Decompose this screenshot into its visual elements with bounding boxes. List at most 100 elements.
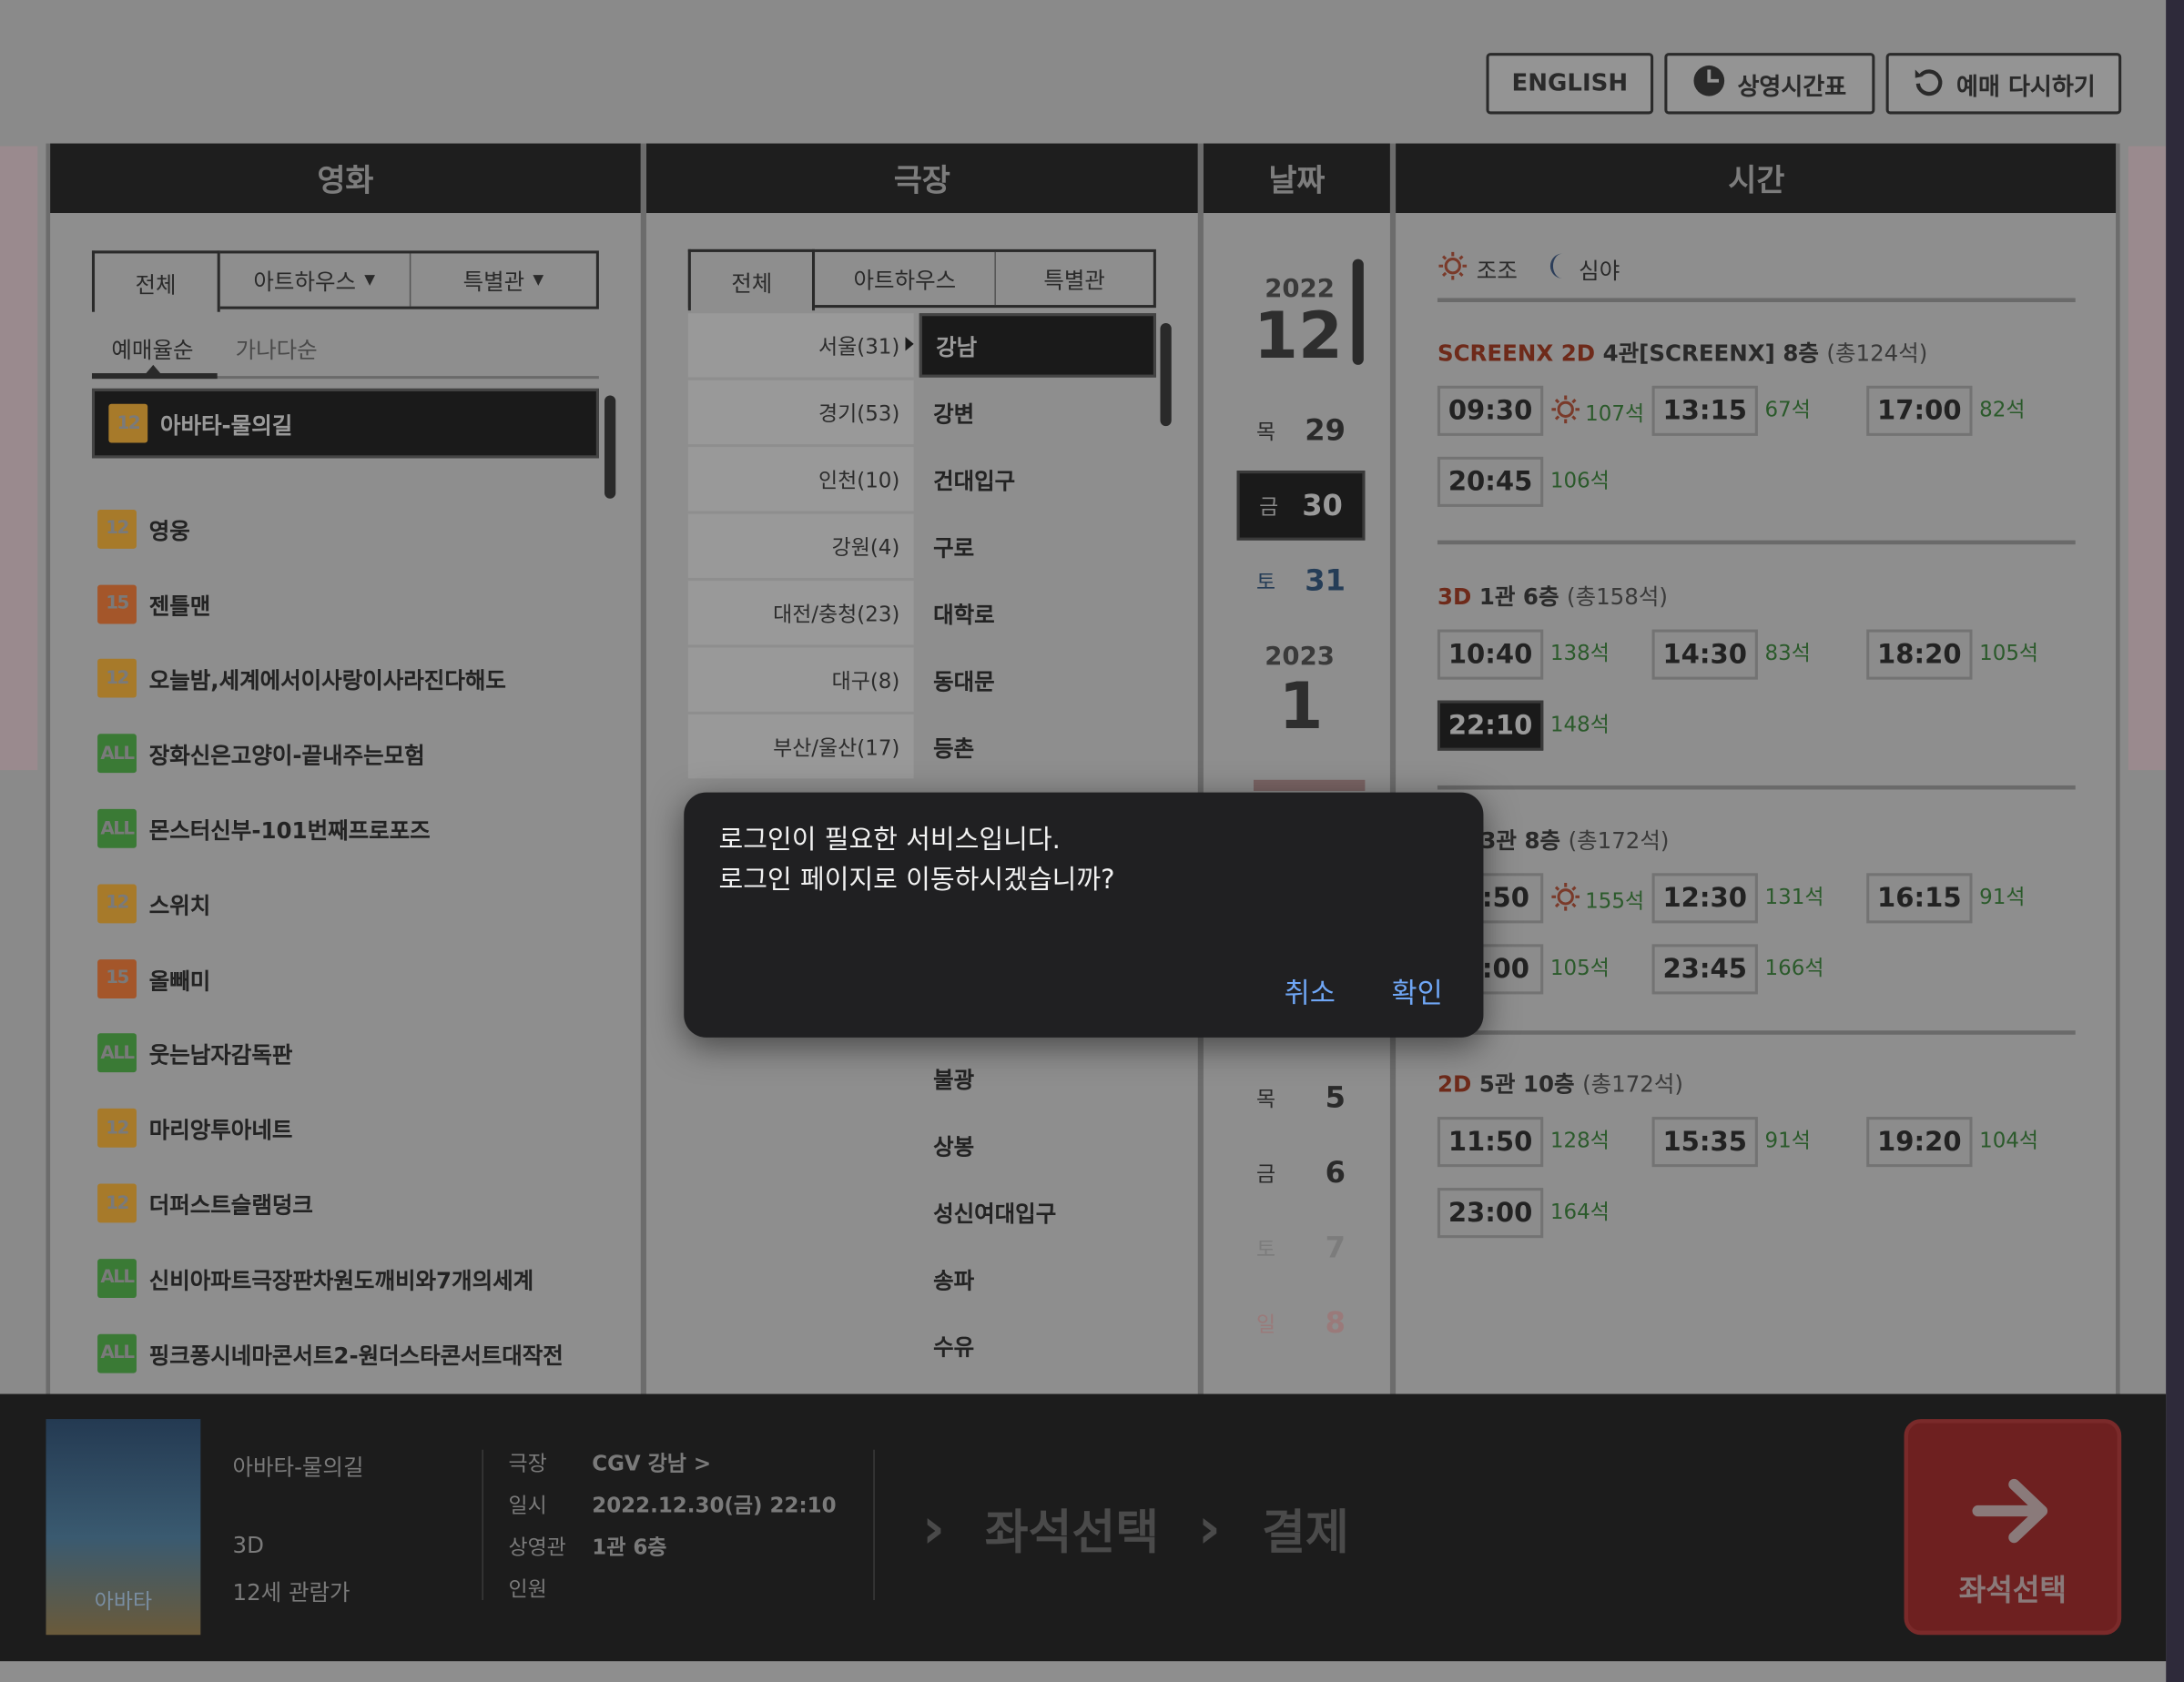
region-item[interactable]: 대구(8) xyxy=(687,647,914,712)
movie-list-scrollbar[interactable] xyxy=(604,395,616,499)
value-theater[interactable]: CGV 강남 > xyxy=(592,1448,711,1477)
dialog-ok-button[interactable]: 확인 xyxy=(1391,970,1442,1010)
seats-remaining: 91석 xyxy=(1765,1125,1811,1154)
showtime-button[interactable]: 13:15 xyxy=(1651,385,1758,436)
movie-item[interactable]: ALL 신비아파트극장판차원도깨비와7개의세계 xyxy=(97,1246,599,1310)
showtime-selected[interactable]: 22:10 xyxy=(1437,700,1544,751)
theater-tab-all[interactable]: 전체 xyxy=(687,248,816,311)
theater-item[interactable]: 수유 xyxy=(919,1313,1156,1377)
date-list-scrollbar[interactable] xyxy=(1352,258,1364,365)
sun-icon xyxy=(1437,250,1468,287)
theater-item[interactable]: 동대문 xyxy=(919,647,1156,711)
rating-badge: ALL xyxy=(97,1333,137,1373)
reset-booking-button[interactable]: 예매 다시하기 xyxy=(1885,53,2122,115)
movie-tab-special[interactable]: 특별관 ▼ xyxy=(411,253,596,306)
showtime-button[interactable]: 19:20 xyxy=(1866,1117,1973,1168)
date-day: 5 xyxy=(1325,1080,1346,1114)
movie-item[interactable]: 12 마리앙투아네트 xyxy=(97,1096,599,1160)
showtime-button[interactable]: 10:40 xyxy=(1437,629,1544,680)
step-arrow-icon: › xyxy=(921,1496,946,1562)
movie-item[interactable]: ALL 장화신은고양이-끝내주는모험 xyxy=(97,722,599,785)
rating-badge: 15 xyxy=(97,583,137,623)
poster-title: 아바타 xyxy=(94,1588,153,1615)
showtime-button[interactable]: 20:45 xyxy=(1437,456,1544,507)
date-item-selected[interactable]: 금 30 xyxy=(1236,471,1366,541)
showtime-button[interactable]: 23:45 xyxy=(1651,944,1758,995)
theater-tab-arthouse-label: 아트하우스 xyxy=(853,267,957,294)
region-item[interactable]: 서울(31) xyxy=(687,313,914,378)
date-item[interactable]: 금6 xyxy=(1237,1140,1366,1206)
region-item[interactable]: 대전/충청(23) xyxy=(687,581,914,645)
seats-remaining: 148석 xyxy=(1550,709,1610,738)
movie-item[interactable]: 12 영웅 xyxy=(97,497,599,561)
showtime-button[interactable]: 16:15 xyxy=(1866,873,1973,924)
step-seat: 좌석선택 xyxy=(984,1505,1160,1562)
theater-item[interactable]: 대학로 xyxy=(919,581,1156,644)
movie-item[interactable]: ALL 몬스터신부-101번째프로포즈 xyxy=(97,796,599,860)
legend-night: 심야 xyxy=(1579,258,1620,285)
theater-item-selected[interactable]: 강남 xyxy=(919,313,1156,378)
theater-item[interactable]: 건대입구 xyxy=(919,447,1156,511)
seats-count: 82석 xyxy=(1979,397,2026,422)
rating-badge: 15 xyxy=(97,958,137,998)
movie-item[interactable]: 15 올빼미 xyxy=(97,947,599,1010)
theater-item[interactable]: 구로 xyxy=(919,514,1156,578)
theater-item[interactable]: 상봉 xyxy=(919,1112,1156,1176)
label-date: 일시 xyxy=(508,1493,547,1518)
showtime-button[interactable]: 11:50 xyxy=(1437,1117,1544,1168)
movie-item[interactable]: ALL 핑크퐁시네마콘서트2-원더스타콘서트대작전 xyxy=(97,1321,599,1384)
right-side-banner[interactable] xyxy=(2128,146,2167,771)
left-side-banner[interactable] xyxy=(0,146,38,771)
theater-item[interactable]: 성신여대입구 xyxy=(919,1180,1156,1243)
showtime-button[interactable]: 23:00 xyxy=(1437,1188,1544,1239)
theater-tab-special[interactable]: 특별관 xyxy=(995,252,1153,305)
step-payment: 결제 xyxy=(1262,1505,1349,1562)
showtime-button[interactable]: 12:30 xyxy=(1651,873,1758,924)
region-item[interactable]: 강원(4) xyxy=(687,513,914,578)
sort-by-name[interactable]: 가나다순 xyxy=(236,331,318,365)
theater-list-scrollbar[interactable] xyxy=(1160,322,1172,427)
theater-tab-arthouse[interactable]: 아트하우스 xyxy=(816,251,996,306)
date-weekday: 일 xyxy=(1256,1311,1276,1337)
date-item[interactable]: 목5 xyxy=(1237,1064,1366,1130)
english-button[interactable]: ENGLISH xyxy=(1486,53,1654,115)
movie-item[interactable]: 12 오늘밤,세계에서이사랑이사라진다해도 xyxy=(97,647,599,711)
next-seat-button[interactable]: 좌석선택 xyxy=(1904,1419,2122,1636)
showtime-button[interactable]: 15:35 xyxy=(1651,1117,1758,1168)
dialog-line-2: 로그인 페이지로 이동하시겠습니까? xyxy=(718,865,1115,896)
theater-item[interactable]: 송파 xyxy=(919,1246,1156,1310)
seats-count: 166석 xyxy=(1764,955,1824,981)
column-divider xyxy=(640,143,646,1394)
theater-item[interactable]: 강변 xyxy=(919,380,1156,444)
movie-title: 영웅 xyxy=(148,517,190,544)
seats-count: 91석 xyxy=(1764,1128,1811,1153)
movie-item-selected[interactable]: 12 아바타-물의길 xyxy=(91,388,599,459)
seats-remaining: 106석 xyxy=(1550,465,1610,494)
region-item[interactable]: 인천(10) xyxy=(687,447,914,512)
showtime-button[interactable]: 09:30 xyxy=(1437,385,1544,436)
movie-item[interactable]: 12 스위치 xyxy=(97,871,599,935)
movie-tab-all[interactable]: 전체 xyxy=(91,250,219,312)
showtime-button[interactable]: 17:00 xyxy=(1866,385,1973,436)
timetable-button[interactable]: 상영시간표 xyxy=(1664,53,1875,115)
theater-item[interactable]: 불광 xyxy=(919,1046,1156,1110)
movie-item[interactable]: ALL 웃는남자감독판 xyxy=(97,1021,599,1085)
date-item[interactable]: 토 31 xyxy=(1237,547,1366,613)
movie-item[interactable]: 15 젠틀맨 xyxy=(97,572,599,635)
summary-movie-title: 아바타-물의길 xyxy=(232,1454,364,1481)
dialog-line-1: 로그인이 필요한 서비스입니다. xyxy=(718,824,1061,856)
movie-tab-arthouse[interactable]: 아트하우스 ▼ xyxy=(219,253,411,307)
showtime-button[interactable]: 18:20 xyxy=(1866,629,1973,680)
region-item[interactable]: 경기(53) xyxy=(687,380,914,445)
sort-by-bookings[interactable]: 예매율순 xyxy=(111,331,193,365)
region-item[interactable]: 부산/울산(17) xyxy=(687,714,914,779)
date-column-header: 날짜 xyxy=(1203,143,1390,214)
movie-item[interactable]: 12 더퍼스트슬램덩크 xyxy=(97,1171,599,1235)
theater-item[interactable]: 등촌 xyxy=(919,714,1156,778)
screen-hall: 5관 10층 xyxy=(1478,1070,1575,1098)
rating-badge: 12 xyxy=(108,403,148,443)
dialog-cancel-button[interactable]: 취소 xyxy=(1285,970,1336,1010)
showtime-button[interactable]: 14:30 xyxy=(1651,629,1758,680)
date-item[interactable]: 목 29 xyxy=(1237,397,1366,463)
movie-poster[interactable]: 아바타 xyxy=(46,1419,201,1636)
